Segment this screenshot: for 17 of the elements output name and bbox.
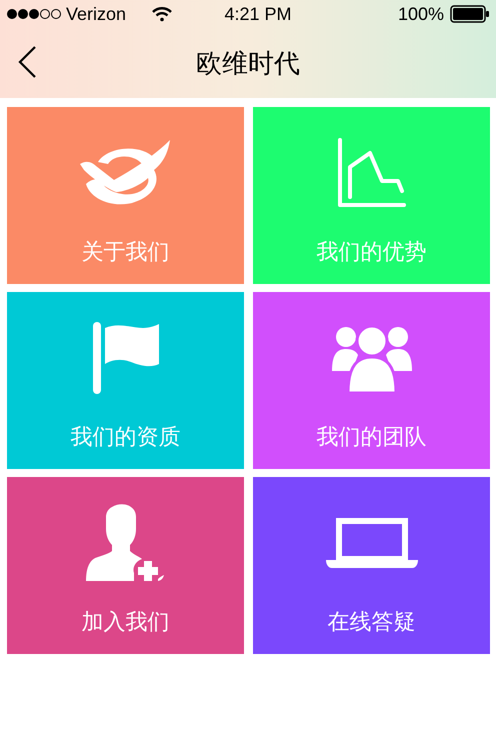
battery-percent: 100% (398, 2, 444, 26)
menu-tile[interactable]: 关于我们 (7, 107, 244, 284)
carrier-name: Verizon (66, 2, 126, 26)
menu-tile[interactable]: 我们的团队 (253, 292, 490, 469)
menu-tile[interactable]: 在线答疑 (253, 477, 490, 654)
back-icon (17, 45, 37, 79)
flag-icon (90, 320, 160, 396)
laptop-icon (326, 516, 418, 570)
line-chart-icon (336, 137, 408, 209)
menu-tile[interactable]: 加入我们 (7, 477, 244, 654)
battery-icon (450, 5, 490, 23)
menu-tile[interactable]: 我们的资质 (7, 292, 244, 469)
wifi-icon (152, 6, 172, 22)
signal-icon (6, 8, 62, 20)
page-title: 欧维时代 (196, 46, 300, 80)
bird-check-icon (80, 140, 172, 206)
clock-time: 4:21 PM (223, 2, 293, 26)
